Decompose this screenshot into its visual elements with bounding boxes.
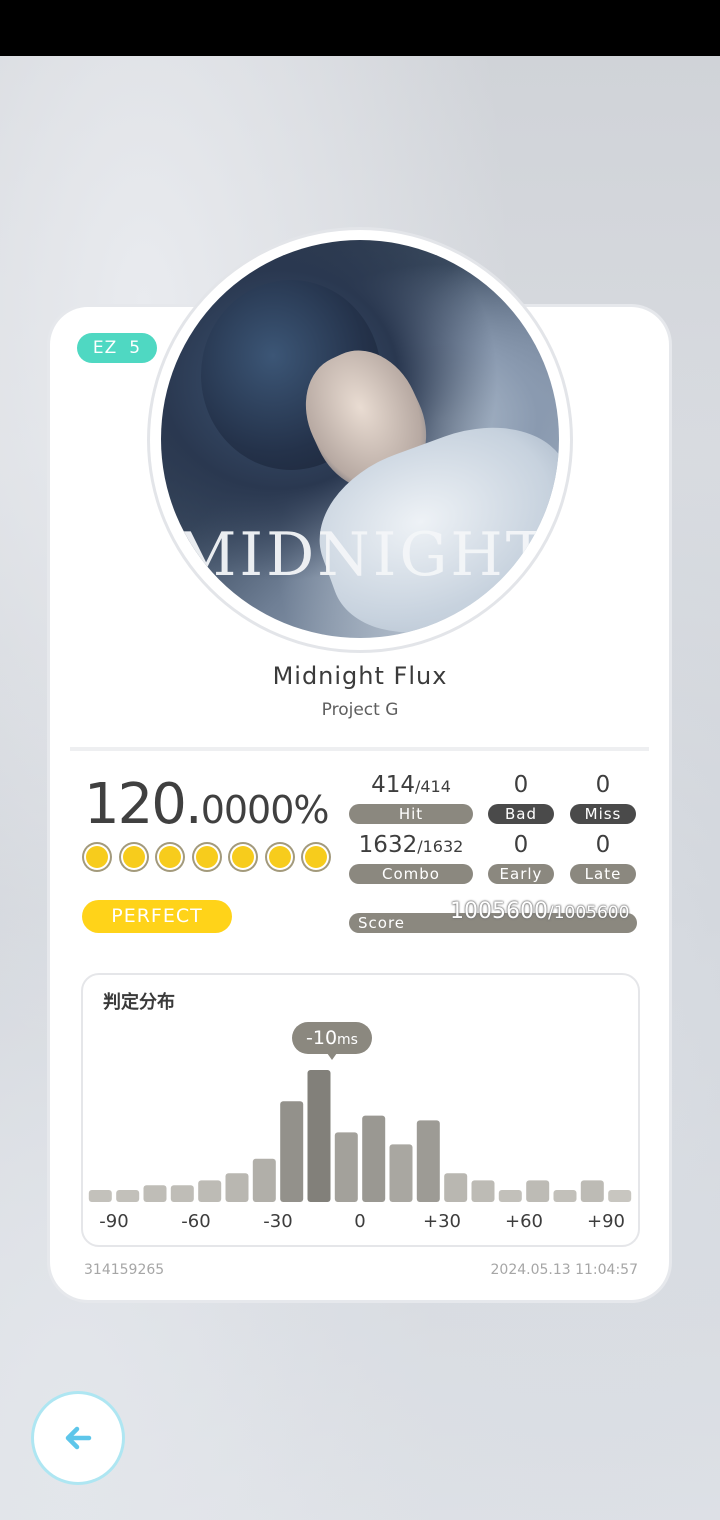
- x-tick: +30: [423, 1211, 461, 1232]
- x-tick: -90: [99, 1211, 129, 1232]
- judgement-dot: [86, 846, 108, 868]
- cover-art: MIDNIGHT: [161, 240, 559, 638]
- offset-bubble: -10ms: [292, 1022, 372, 1054]
- early-count: 0: [513, 832, 529, 858]
- late-label: Late: [570, 864, 636, 884]
- late-count: 0: [595, 832, 611, 858]
- difficulty-badge: EZ 5: [77, 333, 157, 363]
- judgement-dot: [232, 846, 254, 868]
- song-title: Midnight Flux: [272, 662, 448, 690]
- combo-value: 1632: [358, 832, 418, 858]
- score-label: Score: [358, 914, 406, 932]
- accuracy-fraction: 0000%: [200, 788, 330, 832]
- difficulty-level: EZ: [92, 338, 118, 358]
- judgement-dot: [195, 846, 218, 868]
- score-number: 1005600: [450, 899, 548, 924]
- record-id: 314159265: [84, 1262, 165, 1278]
- hit-count: 414/414: [350, 772, 472, 798]
- x-tick: -30: [263, 1211, 293, 1232]
- difficulty-rating: 5: [129, 338, 142, 358]
- score-value: 1005600/1005600: [450, 899, 629, 924]
- judgement-dot: [268, 846, 291, 868]
- x-tick: 0: [354, 1211, 366, 1232]
- x-tick: +90: [587, 1211, 625, 1232]
- score-max: /1005600: [547, 903, 630, 923]
- accuracy: 120.0000%: [84, 772, 330, 837]
- combo-max: /1632: [417, 837, 464, 856]
- song-artist: Project G: [321, 700, 399, 720]
- miss-label: Miss: [570, 804, 636, 824]
- record-timestamp: 2024.05.13 11:04:57: [490, 1262, 639, 1278]
- x-tick: +60: [505, 1211, 543, 1232]
- combo-label: Combo: [349, 864, 473, 884]
- cover-title-text: MIDNIGHT: [175, 520, 549, 590]
- accuracy-integer: 120.: [84, 772, 203, 837]
- combo-count: 1632/1632: [350, 832, 472, 858]
- chart-title: 判定分布: [103, 992, 175, 1013]
- back-button[interactable]: [34, 1394, 122, 1482]
- rank-badge: PERFECT: [82, 900, 232, 933]
- judgement-dot: [122, 846, 145, 868]
- arrow-left-icon: [65, 1426, 92, 1450]
- judgement-chart-panel: [81, 973, 640, 1247]
- miss-count: 0: [595, 772, 611, 798]
- judgement-dot: [305, 846, 327, 868]
- offset-bubble-pointer: [327, 1053, 337, 1060]
- early-label: Early: [488, 864, 554, 884]
- x-tick: -60: [181, 1211, 211, 1232]
- judgement-dot: [159, 846, 181, 868]
- status-bar: [0, 0, 720, 56]
- hit-max: /414: [414, 777, 451, 796]
- bad-count: 0: [513, 772, 529, 798]
- offset-value: -10: [306, 1027, 338, 1049]
- offset-unit: ms: [337, 1032, 358, 1048]
- divider: [70, 747, 649, 751]
- hit-label: Hit: [349, 804, 473, 824]
- hit-value: 414: [371, 772, 415, 798]
- bad-label: Bad: [488, 804, 554, 824]
